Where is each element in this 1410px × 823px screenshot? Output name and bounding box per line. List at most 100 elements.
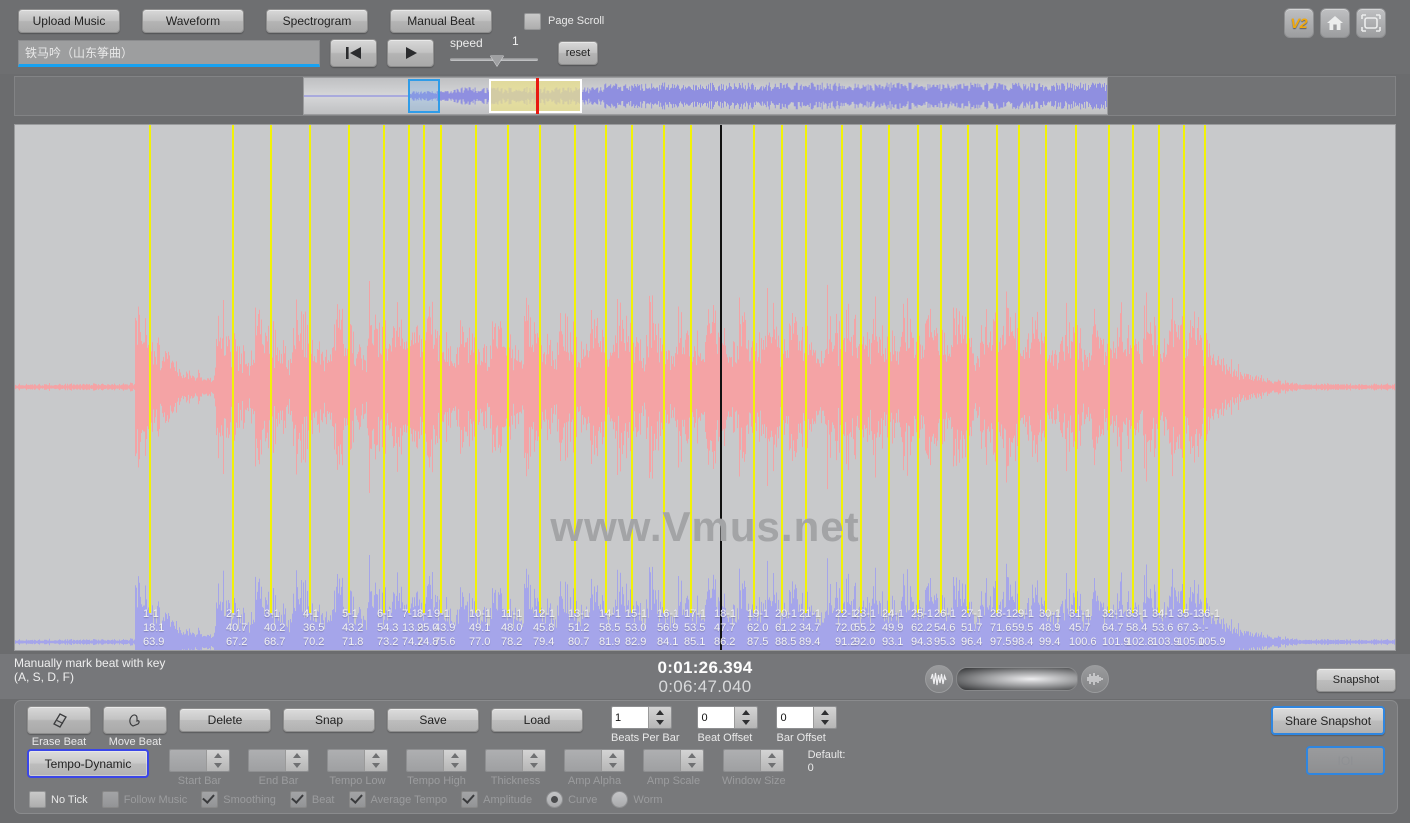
beat-line[interactable] [996, 125, 998, 613]
beat-line[interactable] [1108, 125, 1110, 613]
beat-line[interactable] [917, 125, 919, 613]
stepper-arrows[interactable] [813, 707, 836, 728]
param-down-arrow[interactable] [602, 761, 624, 772]
delete-button[interactable]: Delete [179, 708, 271, 732]
param-up-arrow[interactable] [523, 750, 545, 761]
track-title-input[interactable]: 铁马吟（山东筝曲） [18, 40, 320, 67]
page-scroll-checkbox[interactable] [524, 13, 541, 30]
beat-line[interactable] [475, 125, 477, 613]
stepper-down-arrow[interactable] [814, 718, 836, 729]
param-down-arrow[interactable] [761, 761, 783, 772]
beat-line[interactable] [1132, 125, 1134, 613]
curve-radio[interactable] [546, 791, 563, 808]
stepper-input[interactable]: 0 [776, 706, 837, 729]
param-input[interactable] [485, 749, 546, 772]
beat-line[interactable] [605, 125, 607, 613]
worm-radio[interactable] [611, 791, 628, 808]
erase-beat-button[interactable] [27, 706, 91, 734]
stepper-value[interactable]: 0 [698, 707, 734, 728]
param-input[interactable] [564, 749, 625, 772]
stepper-value[interactable]: 1 [612, 707, 648, 728]
param-up-arrow[interactable] [602, 750, 624, 761]
move-beat-button[interactable] [103, 706, 167, 734]
option-beat[interactable]: Beat [290, 791, 335, 808]
beat-line[interactable] [309, 125, 311, 613]
beat-line[interactable] [1075, 125, 1077, 613]
stepper-value[interactable]: 0 [777, 707, 813, 728]
param-value[interactable] [486, 750, 522, 771]
playhead-line[interactable] [720, 125, 722, 651]
beat-line[interactable] [1018, 125, 1020, 613]
beat-line[interactable] [149, 125, 151, 613]
stepper-arrows[interactable] [734, 707, 757, 728]
zoom-out-waveform-icon[interactable] [925, 665, 953, 693]
param-up-arrow[interactable] [365, 750, 387, 761]
speed-reset-button[interactable]: reset [558, 41, 598, 65]
stepper-down-arrow[interactable] [735, 718, 757, 729]
param-up-arrow[interactable] [286, 750, 308, 761]
beat-line[interactable] [690, 125, 692, 613]
beat-line[interactable] [574, 125, 576, 613]
param-value[interactable] [170, 750, 206, 771]
smoothing-checkbox[interactable] [201, 791, 218, 808]
beat-line[interactable] [440, 125, 442, 613]
beat-line[interactable] [841, 125, 843, 613]
beat-line[interactable] [232, 125, 234, 613]
param-down-arrow[interactable] [444, 761, 466, 772]
home-icon[interactable] [1320, 8, 1350, 38]
stepper-up-arrow[interactable] [814, 707, 836, 718]
beat-line[interactable] [1204, 125, 1206, 613]
stepper-input[interactable]: 1 [611, 706, 672, 729]
amplitude-checkbox[interactable] [461, 791, 478, 808]
param-up-arrow[interactable] [444, 750, 466, 761]
param-arrows[interactable] [206, 750, 229, 771]
share-snapshot-button[interactable]: Share Snapshot [1271, 706, 1385, 735]
beat-line[interactable] [348, 125, 350, 613]
beat-line[interactable] [940, 125, 942, 613]
average-tempo-checkbox[interactable] [349, 791, 366, 808]
option-average-tempo[interactable]: Average Tempo [349, 791, 448, 808]
beat-line[interactable] [888, 125, 890, 613]
param-down-arrow[interactable] [681, 761, 703, 772]
beat-checkbox[interactable] [290, 791, 307, 808]
stepper-down-arrow[interactable] [649, 718, 671, 729]
main-waveform-canvas[interactable]: www.Vmus.net 1-118.163.92-140.767.23-140… [14, 124, 1396, 651]
no-tick-checkbox[interactable] [29, 791, 46, 808]
save-button[interactable]: Save [387, 708, 479, 732]
param-input[interactable] [169, 749, 230, 772]
rewind-button[interactable] [330, 39, 377, 67]
param-value[interactable] [644, 750, 680, 771]
zoom-slider-track[interactable] [956, 667, 1078, 691]
param-value[interactable] [724, 750, 760, 771]
param-up-arrow[interactable] [761, 750, 783, 761]
param-arrows[interactable] [680, 750, 703, 771]
param-input[interactable] [248, 749, 309, 772]
beat-line[interactable] [967, 125, 969, 613]
ioi-button[interactable]: IOI [1306, 746, 1385, 775]
load-button[interactable]: Load [491, 708, 583, 732]
option-follow-music[interactable]: Follow Music [102, 791, 188, 808]
overview-selection-box[interactable] [408, 79, 440, 113]
option-curve[interactable]: Curve [546, 791, 597, 808]
beat-line[interactable] [753, 125, 755, 613]
beat-line[interactable] [408, 125, 410, 613]
beat-line[interactable] [270, 125, 272, 613]
param-value[interactable] [565, 750, 601, 771]
param-value[interactable] [249, 750, 285, 771]
overview-playhead[interactable] [536, 78, 539, 115]
beat-line[interactable] [383, 125, 385, 613]
param-down-arrow[interactable] [523, 761, 545, 772]
param-arrows[interactable] [522, 750, 545, 771]
speed-slider-knob[interactable] [490, 55, 504, 66]
param-arrows[interactable] [443, 750, 466, 771]
zoom-in-waveform-icon[interactable] [1081, 665, 1109, 693]
beat-line[interactable] [805, 125, 807, 613]
overview-waveform[interactable] [303, 77, 1108, 115]
param-arrows[interactable] [285, 750, 308, 771]
beat-line[interactable] [1183, 125, 1185, 613]
param-up-arrow[interactable] [207, 750, 229, 761]
tab-manual-beat[interactable]: Manual Beat [390, 9, 492, 33]
tab-waveform[interactable]: Waveform [142, 9, 244, 33]
param-arrows[interactable] [364, 750, 387, 771]
beat-line[interactable] [860, 125, 862, 613]
